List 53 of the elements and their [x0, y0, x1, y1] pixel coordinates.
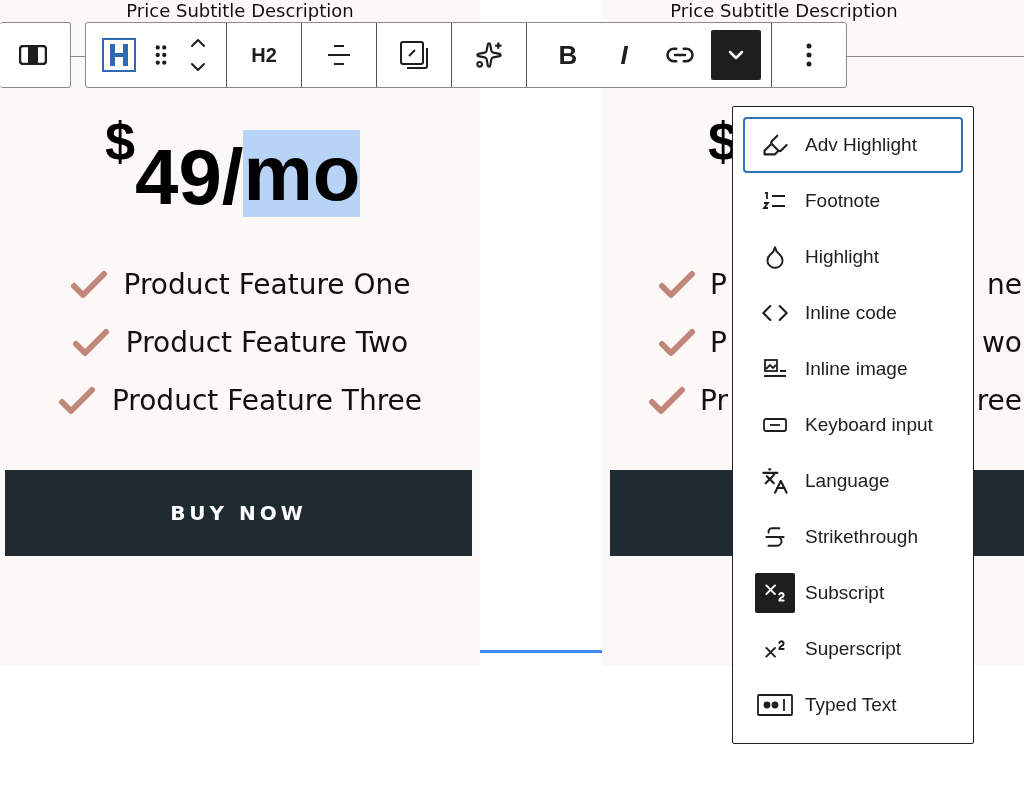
feature-text: Product Feature Two	[125, 325, 409, 359]
menu-item-label: Typed Text	[805, 694, 897, 716]
feature-text: P	[710, 267, 727, 301]
price-subtitle: Price Subtitle Description	[669, 0, 899, 21]
menu-item-label: Subscript	[805, 582, 885, 604]
menu-item-label: Keyboard input	[805, 414, 933, 436]
menu-item[interactable]: Keyboard input	[743, 397, 963, 453]
menu-item-label: Inline code	[805, 302, 897, 324]
more-formats-button[interactable]	[711, 30, 761, 80]
italic-button[interactable]: I	[599, 30, 649, 80]
menu-item-label: Superscript	[805, 638, 902, 660]
menu-item[interactable]: Subscript	[743, 565, 963, 621]
heading-block-icon	[102, 38, 136, 72]
menu-item[interactable]: Strikethrough	[743, 509, 963, 565]
menu-item-label: Inline image	[805, 358, 908, 380]
menu-item-label: Highlight	[805, 246, 879, 268]
image-edit-icon	[398, 39, 430, 71]
check-icon	[57, 385, 96, 415]
check-icon	[69, 269, 108, 299]
price-amount: 49/	[135, 138, 244, 216]
buy-button[interactable]: BUY NOW	[5, 470, 472, 556]
check-icon	[658, 269, 696, 299]
price-unit: mo	[243, 130, 361, 218]
feature-text: Product Feature One	[123, 267, 411, 301]
menu-item-label: Language	[805, 470, 890, 492]
check-icon	[658, 327, 696, 357]
check-icon	[648, 385, 686, 415]
menu-item-label: Strikethrough	[805, 526, 918, 548]
feature-text: ne	[987, 267, 1022, 301]
menu-item[interactable]: Language	[743, 453, 963, 509]
menu-item[interactable]: Inline image	[743, 341, 963, 397]
menu-item[interactable]: Inline code	[743, 285, 963, 341]
feature-text: Product Feature Three	[111, 383, 423, 417]
menu-item[interactable]: Adv Highlight	[743, 117, 963, 173]
feature-text: ree	[976, 383, 1022, 417]
price-subtitle: Price Subtitle Description	[125, 0, 355, 21]
feature-text: P	[710, 325, 727, 359]
align-icon	[326, 42, 352, 68]
menu-item-label: Adv Highlight	[805, 134, 917, 156]
columns-icon	[19, 45, 47, 65]
menu-item[interactable]: Footnote	[743, 173, 963, 229]
more-icon	[806, 43, 812, 67]
check-icon	[71, 327, 110, 357]
bold-button[interactable]: B	[543, 30, 593, 80]
sparkle-icon	[475, 41, 503, 69]
feature-text: Pr	[700, 383, 728, 417]
menu-item-label: Footnote	[805, 190, 880, 212]
heading-level-button[interactable]: H2	[235, 30, 293, 80]
feature-text: wo	[981, 325, 1022, 359]
menu-item[interactable]: Highlight	[743, 229, 963, 285]
menu-item[interactable]: Typed Text	[743, 677, 963, 733]
currency-symbol: $	[105, 114, 136, 168]
menu-item[interactable]: Superscript	[743, 621, 963, 677]
